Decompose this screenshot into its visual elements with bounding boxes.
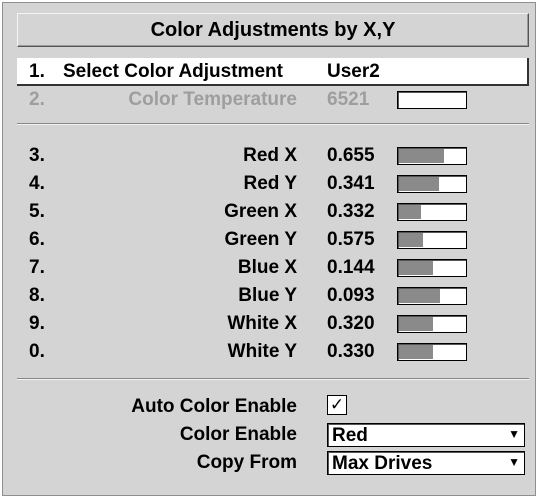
adjustment-value: 0.655 bbox=[327, 145, 375, 166]
checkmark-icon: ✓ bbox=[329, 395, 345, 414]
color-temperature-label: Color Temperature bbox=[128, 89, 297, 110]
adjustment-value: 0.144 bbox=[327, 257, 375, 278]
adjustment-slider[interactable] bbox=[397, 147, 467, 165]
adjustment-row-blue-x[interactable]: 7. Blue X 0.144 bbox=[17, 254, 529, 282]
row-number: 4. bbox=[29, 173, 45, 194]
adjustment-label: Green X bbox=[224, 201, 297, 222]
copy-from-value: Max Drives bbox=[332, 453, 433, 474]
adjustment-slider[interactable] bbox=[397, 315, 467, 333]
slider-fill bbox=[399, 205, 421, 219]
row-number: 6. bbox=[29, 229, 45, 250]
auto-color-enable-checkbox[interactable]: ✓ bbox=[327, 395, 347, 415]
color-enable-label: Color Enable bbox=[179, 424, 297, 445]
row-number: 1. bbox=[29, 61, 45, 82]
row-number: 0. bbox=[29, 341, 45, 362]
slider-fill bbox=[399, 261, 433, 275]
adjustment-row-blue-y[interactable]: 8. Blue Y 0.093 bbox=[17, 282, 529, 310]
dropdown-arrow-icon: ▼ bbox=[508, 427, 520, 441]
color-temperature-value: 6521 bbox=[327, 89, 370, 110]
adjustment-slider[interactable] bbox=[397, 231, 467, 249]
row-number: 9. bbox=[29, 313, 45, 334]
adjustment-value: 0.341 bbox=[327, 173, 375, 194]
slider-fill bbox=[399, 233, 423, 247]
copy-from-label: Copy From bbox=[196, 452, 297, 473]
adjustment-label: White Y bbox=[227, 341, 297, 362]
adjustment-row-white-y[interactable]: 0. White Y 0.330 bbox=[17, 338, 529, 366]
auto-color-enable-label: Auto Color Enable bbox=[131, 396, 297, 417]
slider-fill bbox=[399, 289, 440, 303]
adjustment-label: Blue Y bbox=[238, 285, 297, 306]
adjustment-slider[interactable] bbox=[397, 343, 467, 361]
color-enable-value: Red bbox=[332, 425, 368, 446]
slider-fill bbox=[399, 345, 433, 359]
adjustment-value: 0.320 bbox=[327, 313, 375, 334]
page-title: Color Adjustments by X,Y bbox=[150, 18, 396, 41]
color-enable-dropdown[interactable]: Red ▼ bbox=[327, 423, 525, 447]
adjustment-slider[interactable] bbox=[397, 175, 467, 193]
adjustment-label: Red Y bbox=[243, 173, 297, 194]
row-number: 8. bbox=[29, 285, 45, 306]
row-number: 7. bbox=[29, 257, 45, 278]
adjustment-row-green-x[interactable]: 5. Green X 0.332 bbox=[17, 198, 529, 226]
row-number: 2. bbox=[29, 89, 45, 110]
adjustment-value: 0.332 bbox=[327, 201, 375, 222]
slider-fill bbox=[399, 177, 439, 191]
adjustment-row-red-x[interactable]: 3. Red X 0.655 bbox=[17, 142, 529, 170]
select-color-adjustment-row[interactable]: 1. Select Color Adjustment User2 bbox=[17, 58, 529, 86]
copy-from-dropdown[interactable]: Max Drives ▼ bbox=[327, 451, 525, 475]
dropdown-arrow-icon: ▼ bbox=[508, 455, 520, 469]
color-temperature-slider bbox=[397, 91, 467, 109]
color-adjustments-panel: Color Adjustments by X,Y 1. Select Color… bbox=[2, 2, 536, 496]
select-color-adjustment-value: User2 bbox=[327, 61, 380, 82]
row-number: 5. bbox=[29, 201, 45, 222]
adjustment-row-white-x[interactable]: 9. White X 0.320 bbox=[17, 310, 529, 338]
adjustment-label: White X bbox=[227, 313, 297, 334]
adjustment-value: 0.330 bbox=[327, 341, 375, 362]
adjustment-value: 0.575 bbox=[327, 229, 375, 250]
title-bar: Color Adjustments by X,Y bbox=[17, 13, 529, 47]
adjustment-label: Blue X bbox=[237, 257, 297, 278]
adjustment-row-red-y[interactable]: 4. Red Y 0.341 bbox=[17, 170, 529, 198]
adjustment-slider[interactable] bbox=[397, 287, 467, 305]
color-enable-row: Color Enable Red ▼ bbox=[17, 421, 529, 449]
adjustment-row-green-y[interactable]: 6. Green Y 0.575 bbox=[17, 226, 529, 254]
copy-from-row: Copy From Max Drives ▼ bbox=[17, 449, 529, 477]
adjustment-slider[interactable] bbox=[397, 203, 467, 221]
adjustment-slider[interactable] bbox=[397, 259, 467, 277]
slider-fill bbox=[399, 317, 433, 331]
adjustment-value: 0.093 bbox=[327, 285, 375, 306]
select-color-adjustment-label: Select Color Adjustment bbox=[63, 61, 283, 82]
adjustment-label: Red X bbox=[243, 145, 297, 166]
row-number: 3. bbox=[29, 145, 45, 166]
divider bbox=[17, 378, 529, 380]
divider bbox=[17, 123, 529, 125]
slider-fill bbox=[399, 149, 444, 163]
color-temperature-row: 2. Color Temperature 6521 bbox=[17, 86, 529, 114]
auto-color-enable-row: Auto Color Enable ✓ bbox=[17, 393, 529, 421]
adjustment-label: Green Y bbox=[224, 229, 297, 250]
